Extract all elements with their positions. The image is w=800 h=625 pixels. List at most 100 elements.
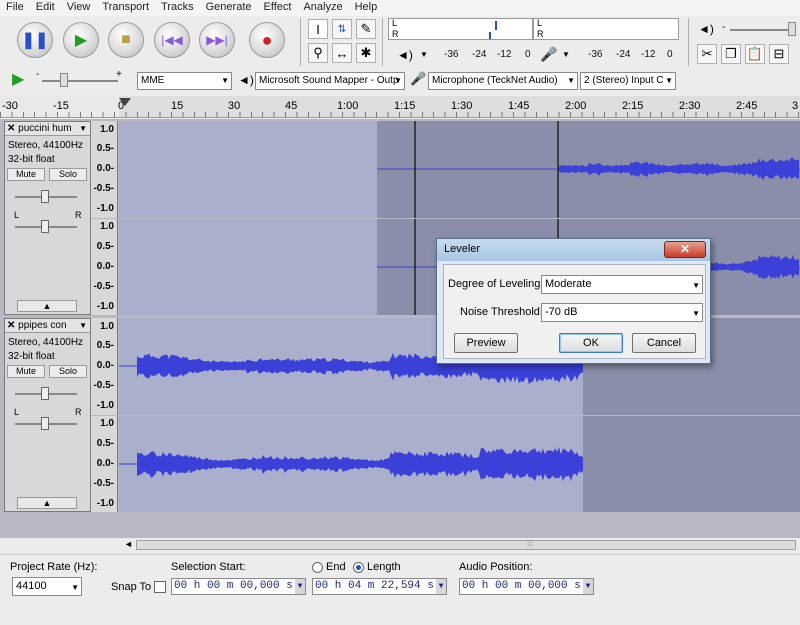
trim-button[interactable]: ⊟ (769, 44, 789, 64)
mute-button[interactable]: Mute (7, 365, 45, 378)
menu-edit[interactable]: Edit (30, 0, 61, 16)
end-radio-label: End (326, 561, 346, 573)
ruler-tick-label: 1:15 (394, 100, 416, 112)
selection-start-field[interactable]: 00 h 00 m 00,000 s ▼ (171, 578, 306, 595)
end-radio[interactable] (312, 562, 323, 573)
ibeam-icon: I (316, 21, 320, 37)
menu-effect[interactable]: Effect (258, 0, 298, 16)
degree-of-leveling-select[interactable]: Moderate ▼ (541, 275, 703, 294)
scroll-thumb[interactable]: ⦙⦙⦙ (136, 538, 796, 550)
track-control-panel: ✕ ppipes con ▼ Stereo, 44100Hz 32-bit fl… (4, 318, 91, 512)
horizontal-scrollbar[interactable]: ◄ ⦙⦙⦙ (0, 538, 800, 552)
draw-tool[interactable]: ✎ (356, 19, 376, 39)
empty-track-region[interactable] (0, 513, 800, 538)
dropdown-arrow-icon[interactable]: ▼ (562, 50, 570, 59)
close-track-icon[interactable]: ✕ (7, 123, 15, 134)
solo-button[interactable]: Solo (49, 168, 87, 181)
selection-start-value: 00 h 00 m 00,000 s (174, 580, 293, 592)
meter-left-label: L (392, 18, 398, 28)
recording-meter[interactable]: L R (388, 18, 533, 40)
audio-position-field[interactable]: 00 h 00 m 00,000 s ▼ (459, 578, 594, 595)
timeshift-tool[interactable]: ↔ (332, 43, 352, 63)
ok-button[interactable]: OK (559, 333, 623, 353)
cut-button[interactable]: ✂ (697, 44, 717, 64)
slider-thumb[interactable] (41, 190, 49, 203)
scale-label: 0.5- (96, 143, 114, 154)
collapse-track-button[interactable]: ▲ (17, 497, 77, 509)
length-radio[interactable] (353, 562, 364, 573)
meter-tick: -12 (641, 49, 656, 60)
menu-tracks[interactable]: Tracks (155, 0, 200, 16)
dialog-title-bar[interactable]: Leveler ✕ (437, 239, 710, 261)
play-head-marker[interactable] (119, 98, 131, 106)
menu-analyze[interactable]: Analyze (297, 0, 348, 16)
project-rate-label: Project Rate (Hz): (10, 561, 98, 573)
paste-button[interactable]: 📋 (745, 44, 765, 64)
selection-tool[interactable]: I (308, 19, 328, 39)
output-volume-slider[interactable] (730, 29, 796, 31)
copy-button[interactable]: ❐ (721, 44, 741, 64)
slider-thumb[interactable] (41, 220, 49, 233)
mute-button[interactable]: Mute (7, 168, 45, 181)
play-button[interactable]: ▶ (63, 22, 99, 58)
recording-device-select[interactable]: Microphone (TeckNet Audio) ▼ (428, 72, 578, 90)
noise-threshold-select[interactable]: -70 dB ▼ (541, 303, 703, 322)
meter-left-label: L (537, 18, 543, 28)
dropdown-arrow-icon[interactable]: ▼ (420, 50, 428, 59)
scale-label: -1.0 (96, 400, 114, 411)
record-icon: ● (261, 29, 273, 50)
meter-tick: 0 (667, 49, 673, 60)
menu-transport[interactable]: Transport (96, 0, 155, 16)
playback-device-select[interactable]: Microsoft Sound Mapper - Outp ▼ (255, 72, 405, 90)
dialog-close-button[interactable]: ✕ (664, 241, 706, 258)
slider-thumb[interactable] (60, 73, 68, 87)
speaker-icon: ◄) (238, 73, 254, 87)
track-name-menu[interactable]: ✕ puccini hum ▼ (5, 122, 90, 136)
track-name-menu[interactable]: ✕ ppipes con ▼ (5, 319, 90, 333)
menu-help[interactable]: Help (349, 0, 384, 16)
solo-button[interactable]: Solo (49, 365, 87, 378)
menu-view[interactable]: View (61, 0, 97, 16)
scroll-left-icon[interactable]: ◄ (124, 539, 133, 549)
slider-thumb[interactable] (41, 387, 49, 400)
track-control-panel: ✕ puccini hum ▼ Stereo, 44100Hz 32-bit f… (4, 121, 91, 315)
ruler-minor-ticks (0, 112, 800, 117)
menu-generate[interactable]: Generate (200, 0, 258, 16)
multi-tool[interactable]: ✱ (356, 43, 376, 63)
menu-file[interactable]: File (0, 0, 30, 16)
skip-end-button[interactable]: ▶▶| (199, 22, 235, 58)
snap-to-checkbox[interactable] (154, 581, 166, 593)
play-at-speed-icon[interactable]: ▶ (12, 69, 24, 89)
zoom-tool[interactable]: ⚲ (308, 43, 328, 63)
toolbar-separator (300, 18, 301, 66)
recording-channels-select[interactable]: 2 (Stereo) Input C ▼ (580, 72, 676, 90)
meter-tick: -24 (472, 49, 487, 60)
close-track-icon[interactable]: ✕ (7, 320, 15, 331)
dropdown-arrow-icon: ▼ (665, 76, 673, 85)
envelope-tool[interactable]: ⇅ (332, 19, 352, 39)
selection-length-field[interactable]: 00 h 04 m 22,594 s ▼ (312, 578, 447, 595)
playback-meter[interactable]: L R (533, 18, 679, 40)
audio-host-select[interactable]: MME ▼ (137, 72, 232, 90)
record-button[interactable]: ● (249, 22, 285, 58)
collapse-track-button[interactable]: ▲ (17, 300, 77, 312)
slider-thumb[interactable] (41, 417, 49, 430)
project-rate-select[interactable]: 44100 ▼ (12, 577, 82, 596)
speed-minus-mark: - (36, 69, 40, 80)
microphone-icon: 🎤 (540, 46, 558, 62)
skip-end-icon: ▶▶| (206, 33, 228, 47)
slider-thumb[interactable] (788, 22, 796, 36)
skip-start-button[interactable]: |◀◀ (154, 22, 190, 58)
pause-button[interactable]: ❚❚ (17, 22, 53, 58)
cancel-button[interactable]: Cancel (632, 333, 696, 353)
play-speed-slider[interactable] (42, 80, 118, 82)
waveform-channel[interactable] (119, 416, 800, 512)
ruler-tick-label: 30 (228, 100, 241, 112)
preview-button[interactable]: Preview (454, 333, 518, 353)
dropdown-arrow-icon: ▼ (79, 124, 87, 133)
stop-button[interactable]: ■ (108, 22, 144, 58)
waveform-channel[interactable] (119, 121, 800, 218)
scale-label: -0.5- (93, 380, 114, 391)
timeline-ruler[interactable]: -30 -15 0 15 30 45 1:00 1:15 1:30 1:45 2… (0, 96, 800, 118)
dropdown-arrow-icon: ▼ (692, 309, 700, 318)
